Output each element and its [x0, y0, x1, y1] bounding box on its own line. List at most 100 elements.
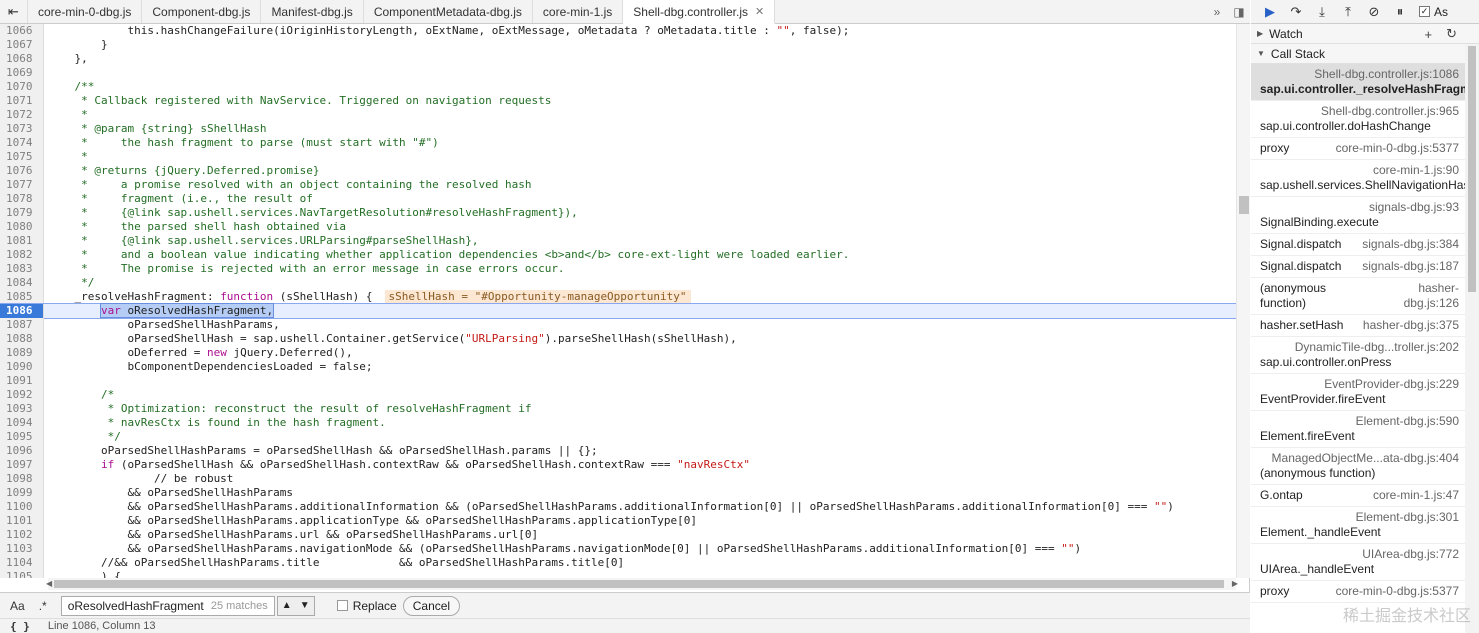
line-number[interactable]: 1104 [0, 556, 44, 570]
line-number[interactable]: 1096 [0, 444, 44, 458]
code-line[interactable]: 1098 // be robust [0, 472, 1236, 486]
line-number[interactable]: 1066 [0, 24, 44, 38]
frame-location[interactable]: core-min-0-dbg.js:5377 [1336, 584, 1459, 599]
line-number[interactable]: 1070 [0, 80, 44, 94]
frame-location[interactable]: ManagedObjectMe...ata-dbg.js:404 [1260, 451, 1459, 466]
line-number[interactable]: 1094 [0, 416, 44, 430]
code-line[interactable]: 1105 ) { [0, 570, 1236, 578]
code-line[interactable]: 1076 * @returns {jQuery.Deferred.promise… [0, 164, 1236, 178]
line-number[interactable]: 1069 [0, 66, 44, 80]
line-number[interactable]: 1079 [0, 206, 44, 220]
search-input[interactable]: oResolvedHashFragment 25 matches [60, 595, 275, 616]
code-line[interactable]: 1093 * Optimization: reconstruct the res… [0, 402, 1236, 416]
line-number[interactable]: 1100 [0, 500, 44, 514]
code-line[interactable]: 1094 * navResCtx is found in the hash fr… [0, 416, 1236, 430]
previous-match-icon[interactable]: ▲ [282, 600, 292, 611]
frame-location[interactable]: signals-dbg.js:384 [1362, 237, 1459, 252]
frame-location[interactable]: Element-dbg.js:301 [1260, 510, 1459, 525]
code-line[interactable]: 1067 } [0, 38, 1236, 52]
frame-location[interactable]: hasher-dbg.js:375 [1363, 318, 1459, 333]
frame-location[interactable]: Shell-dbg.controller.js:965 [1260, 104, 1459, 119]
resume-icon[interactable]: ▶ [1257, 2, 1283, 22]
scroll-left-arrow-icon[interactable]: ◀ [46, 579, 52, 588]
code-line[interactable]: 1080 * the parsed shell hash obtained vi… [0, 220, 1236, 234]
line-number[interactable]: 1083 [0, 262, 44, 276]
line-number[interactable]: 1093 [0, 402, 44, 416]
call-frame[interactable]: proxy core-min-0-dbg.js:5377 [1251, 581, 1465, 603]
call-frame[interactable]: Signal.dispatch signals-dbg.js:187 [1251, 256, 1465, 278]
code-line[interactable]: 1084 */ [0, 276, 1236, 290]
code-line[interactable]: 1088 oParsedShellHash = sap.ushell.Conta… [0, 332, 1236, 346]
line-number[interactable]: 1077 [0, 178, 44, 192]
line-number[interactable]: 1097 [0, 458, 44, 472]
line-number[interactable]: 1092 [0, 388, 44, 402]
pretty-print-button[interactable]: { } [10, 620, 30, 633]
line-number[interactable]: 1086 [0, 304, 44, 318]
call-frame[interactable]: Signal.dispatch signals-dbg.js:384 [1251, 234, 1465, 256]
call-frame[interactable]: ManagedObjectMe...ata-dbg.js:404 (anonymo… [1251, 448, 1465, 485]
code-line[interactable]: 1099 && oParsedShellHashParams [0, 486, 1236, 500]
call-frame[interactable]: Element-dbg.js:590 Element.fireEvent [1251, 411, 1465, 448]
line-number[interactable]: 1085 [0, 290, 44, 304]
tab-1[interactable]: Component-dbg.js [142, 0, 262, 23]
line-number[interactable]: 1088 [0, 332, 44, 346]
code-line[interactable]: 1077 * a promise resolved with an object… [0, 178, 1236, 192]
call-frame[interactable]: DynamicTile-dbg...troller.js:202 sap.ui.c… [1251, 337, 1465, 374]
tab-2[interactable]: Manifest-dbg.js [261, 0, 364, 23]
line-number[interactable]: 1089 [0, 346, 44, 360]
match-case-toggle[interactable]: Aa [10, 599, 25, 613]
code-line[interactable]: 1096 oParsedShellHashParams = oParsedShe… [0, 444, 1236, 458]
frame-location[interactable]: signals-dbg.js:93 [1260, 200, 1459, 215]
frame-location[interactable]: Shell-dbg.controller.js:1086 [1260, 67, 1459, 82]
line-number[interactable]: 1072 [0, 108, 44, 122]
line-number[interactable]: 1068 [0, 52, 44, 66]
line-number[interactable]: 1099 [0, 486, 44, 500]
code-line[interactable]: 1085 _resolveHashFragment: function (sSh… [0, 290, 1236, 304]
code-line[interactable]: 1072 * [0, 108, 1236, 122]
call-frame[interactable]: Shell-dbg.controller.js:965 sap.ui.contro… [1251, 101, 1465, 138]
line-number[interactable]: 1082 [0, 248, 44, 262]
refresh-icon[interactable]: ↻ [1446, 26, 1457, 42]
code-line[interactable]: 1082 * and a boolean value indicating wh… [0, 248, 1236, 262]
code-line[interactable]: 1102 && oParsedShellHashParams.url && oP… [0, 528, 1236, 542]
call-frame[interactable]: hasher.setHash hasher-dbg.js:375 [1251, 315, 1465, 337]
frame-location[interactable]: signals-dbg.js:187 [1362, 259, 1459, 274]
editor-horizontal-scrollbar[interactable]: ◀ ▶ [46, 578, 1238, 590]
code-line[interactable]: 1104 //&& oParsedShellHashParams.title &… [0, 556, 1236, 570]
next-match-icon[interactable]: ▼ [300, 600, 310, 611]
close-tab-icon[interactable]: ✕ [755, 5, 764, 18]
line-number[interactable]: 1074 [0, 136, 44, 150]
line-number[interactable]: 1095 [0, 430, 44, 444]
vertical-scroll-thumb[interactable] [1239, 196, 1249, 214]
frame-location[interactable]: core-min-0-dbg.js:5377 [1336, 141, 1459, 156]
code-line[interactable]: 1095 */ [0, 430, 1236, 444]
code-line[interactable]: 1087 oParsedShellHashParams, [0, 318, 1236, 332]
line-number[interactable]: 1071 [0, 94, 44, 108]
frame-location[interactable]: core-min-1.js:47 [1373, 488, 1459, 503]
code-line[interactable]: 1101 && oParsedShellHashParams.applicati… [0, 514, 1236, 528]
line-number[interactable]: 1076 [0, 164, 44, 178]
watch-section-header[interactable]: ▶ Watch + ↻ [1251, 24, 1479, 44]
call-frame[interactable]: proxy core-min-0-dbg.js:5377 [1251, 138, 1465, 160]
code-line[interactable]: 1074 * the hash fragment to parse (must … [0, 136, 1236, 150]
add-watch-icon[interactable]: + [1425, 27, 1433, 42]
code-editor[interactable]: 1066 this.hashChangeFailure(iOriginHisto… [0, 24, 1236, 578]
call-frame[interactable]: signals-dbg.js:93 SignalBinding.execute [1251, 197, 1465, 234]
code-line[interactable]: 1100 && oParsedShellHashParams.additiona… [0, 500, 1236, 514]
frame-location[interactable]: DynamicTile-dbg...troller.js:202 [1260, 340, 1459, 355]
line-number[interactable]: 1087 [0, 318, 44, 332]
horizontal-scroll-thumb[interactable] [54, 580, 1224, 588]
line-number[interactable]: 1081 [0, 234, 44, 248]
call-frame[interactable]: Element-dbg.js:301 Element._handleEvent [1251, 507, 1465, 544]
call-frame[interactable]: G.ontap core-min-1.js:47 [1251, 485, 1465, 507]
cancel-button[interactable]: Cancel [402, 595, 461, 616]
code-line[interactable]: 1090 bComponentDependenciesLoaded = fals… [0, 360, 1236, 374]
tab-0[interactable]: core-min-0-dbg.js [28, 0, 143, 23]
code-line[interactable]: 1097 if (oParsedShellHash && oParsedShel… [0, 458, 1236, 472]
line-number[interactable]: 1098 [0, 472, 44, 486]
call-frame[interactable]: UIArea-dbg.js:772 UIArea._handleEvent [1251, 544, 1465, 581]
replace-checkbox[interactable] [336, 600, 348, 611]
step-over-icon[interactable]: ↷ [1283, 2, 1309, 22]
frame-location[interactable]: Element-dbg.js:590 [1260, 414, 1459, 429]
scroll-right-arrow-icon[interactable]: ▶ [1232, 579, 1238, 588]
